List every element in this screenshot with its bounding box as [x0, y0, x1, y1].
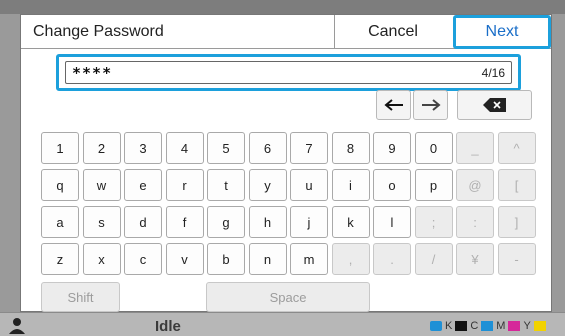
- key-0-0[interactable]: 1: [41, 132, 79, 164]
- key-3-6[interactable]: m: [290, 243, 328, 275]
- key-3-4[interactable]: b: [207, 243, 245, 275]
- key-0-11[interactable]: ^: [497, 132, 536, 164]
- key-1-8[interactable]: o: [373, 169, 411, 201]
- toner-icon: [430, 321, 442, 331]
- toner-swatch-y: [533, 321, 546, 331]
- key-3-7[interactable]: ,: [331, 243, 370, 275]
- key-1-5[interactable]: y: [248, 169, 287, 201]
- password-input[interactable]: **** 4/16: [65, 61, 512, 84]
- key-2-11[interactable]: ]: [497, 206, 536, 238]
- arrow-left-icon: [383, 99, 403, 111]
- toner-label-c: C: [470, 320, 479, 332]
- cancel-button[interactable]: Cancel: [334, 15, 451, 49]
- key-3-2[interactable]: c: [124, 243, 162, 275]
- arrow-right-icon: [421, 99, 441, 111]
- cursor-left-button[interactable]: [376, 90, 411, 120]
- key-3-9[interactable]: /: [414, 243, 453, 275]
- user-icon: [9, 318, 25, 334]
- key-0-8[interactable]: 9: [373, 132, 411, 164]
- key-2-1[interactable]: s: [82, 206, 121, 238]
- key-0-4[interactable]: 5: [207, 132, 245, 164]
- key-1-0[interactable]: q: [41, 169, 79, 201]
- key-1-1[interactable]: w: [82, 169, 121, 201]
- key-2-6[interactable]: j: [290, 206, 328, 238]
- key-1-4[interactable]: t: [207, 169, 245, 201]
- dialog-title-bar: Change Password Cancel Next: [21, 15, 551, 49]
- machine-status-text: Idle: [155, 318, 181, 335]
- dialog-title: Change Password: [33, 23, 164, 40]
- key-1-10[interactable]: @: [456, 169, 494, 201]
- key-2-0[interactable]: a: [41, 206, 79, 238]
- key-3-10[interactable]: ¥: [456, 243, 494, 275]
- key-2-10[interactable]: :: [456, 206, 494, 238]
- key-3-1[interactable]: x: [82, 243, 121, 275]
- toner-label-k: K: [445, 320, 453, 332]
- key-3-3[interactable]: v: [165, 243, 204, 275]
- key-0-9[interactable]: 0: [414, 132, 453, 164]
- key-2-5[interactable]: h: [248, 206, 287, 238]
- toner-label-y: Y: [523, 320, 531, 332]
- key-1-2[interactable]: e: [124, 169, 162, 201]
- backspace-button[interactable]: [457, 90, 532, 120]
- toner-swatch-c: [481, 321, 494, 331]
- key-1-6[interactable]: u: [290, 169, 328, 201]
- password-field-highlight: **** 4/16: [56, 54, 521, 91]
- key-2-4[interactable]: g: [207, 206, 245, 238]
- background-underlay-top: [0, 0, 565, 14]
- key-3-8[interactable]: .: [373, 243, 411, 275]
- key-2-9[interactable]: ;: [414, 206, 453, 238]
- toner-levels: K C M Y: [430, 318, 546, 334]
- toner-swatch-k: [455, 321, 468, 331]
- toner-label-m: M: [496, 320, 506, 332]
- key-0-10[interactable]: _: [456, 132, 494, 164]
- character-counter: 4/16: [481, 66, 505, 80]
- key-1-11[interactable]: [: [497, 169, 536, 201]
- shift-key[interactable]: Shift: [41, 282, 120, 312]
- key-0-1[interactable]: 2: [82, 132, 121, 164]
- key-0-2[interactable]: 3: [124, 132, 162, 164]
- change-password-dialog: Change Password Cancel Next **** 4/16 12…: [20, 14, 552, 312]
- key-2-2[interactable]: d: [124, 206, 162, 238]
- next-button[interactable]: Next: [453, 15, 551, 49]
- backspace-icon: [482, 98, 506, 112]
- key-0-7[interactable]: 8: [331, 132, 370, 164]
- key-1-9[interactable]: p: [414, 169, 453, 201]
- cursor-right-button[interactable]: [413, 90, 448, 120]
- key-3-11[interactable]: -: [497, 243, 536, 275]
- key-2-8[interactable]: l: [373, 206, 411, 238]
- key-0-3[interactable]: 4: [165, 132, 204, 164]
- password-value: ****: [72, 64, 113, 82]
- key-2-7[interactable]: k: [331, 206, 370, 238]
- key-0-5[interactable]: 6: [248, 132, 287, 164]
- key-1-7[interactable]: i: [331, 169, 370, 201]
- key-3-5[interactable]: n: [248, 243, 287, 275]
- key-0-6[interactable]: 7: [290, 132, 328, 164]
- key-1-3[interactable]: r: [165, 169, 204, 201]
- key-3-0[interactable]: z: [41, 243, 79, 275]
- key-2-3[interactable]: f: [165, 206, 204, 238]
- toner-swatch-m: [508, 321, 521, 331]
- space-key[interactable]: Space: [206, 282, 370, 312]
